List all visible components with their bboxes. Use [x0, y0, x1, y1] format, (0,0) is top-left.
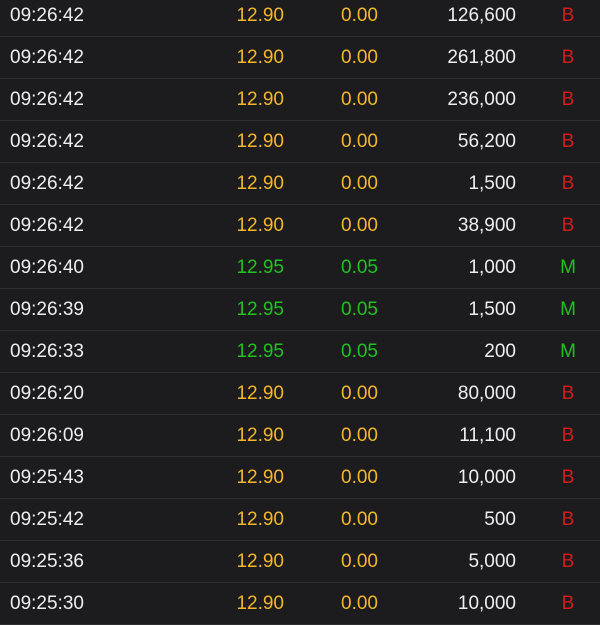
trade-time: 09:25:36	[10, 551, 84, 572]
trade-time: 09:26:20	[10, 383, 84, 404]
trade-change: 0.00	[341, 509, 378, 530]
trade-change: 0.00	[341, 173, 378, 194]
trade-volume: 500	[484, 509, 516, 530]
trade-row[interactable]: 09:26:20 12.90 0.00 80,000 B	[0, 373, 600, 415]
trade-price: 12.90	[236, 383, 284, 404]
trade-row[interactable]: 09:26:42 12.90 0.00 38,900 B	[0, 205, 600, 247]
trade-volume: 236,000	[447, 89, 516, 110]
trade-price: 12.90	[236, 47, 284, 68]
trade-side-indicator: B	[561, 383, 575, 404]
trade-price: 12.95	[236, 299, 284, 320]
trade-side-indicator: B	[561, 467, 575, 488]
trade-price: 12.90	[236, 89, 284, 110]
trade-row[interactable]: 09:26:40 12.95 0.05 1,000 M	[0, 247, 600, 289]
trade-price: 12.90	[236, 551, 284, 572]
trade-volume: 11,100	[459, 425, 516, 446]
trade-side-indicator: B	[561, 509, 575, 530]
trade-side-indicator: M	[560, 299, 576, 320]
trade-price: 12.90	[236, 467, 284, 488]
trade-price: 12.90	[236, 425, 284, 446]
trade-row[interactable]: 09:26:42 12.90 0.00 261,800 B	[0, 37, 600, 79]
trade-volume: 80,000	[457, 383, 516, 404]
trade-time: 09:25:43	[10, 467, 84, 488]
trade-price: 12.90	[236, 131, 284, 152]
trade-change: 0.00	[341, 5, 378, 26]
trade-time: 09:26:40	[10, 257, 84, 278]
trade-change: 0.00	[341, 383, 378, 404]
trade-change: 0.00	[341, 215, 378, 236]
trade-side-indicator: B	[561, 89, 575, 110]
trade-change: 0.00	[341, 467, 378, 488]
trade-change: 0.00	[341, 593, 378, 614]
trade-price: 12.95	[236, 257, 284, 278]
trade-change: 0.05	[341, 299, 378, 320]
trade-row[interactable]: 09:25:36 12.90 0.00 5,000 B	[0, 541, 600, 583]
trade-time: 09:26:42	[10, 173, 84, 194]
trade-side-indicator: M	[560, 341, 576, 362]
trade-volume: 56,200	[457, 131, 516, 152]
trade-volume: 1,000	[468, 257, 516, 278]
trade-side-indicator: M	[560, 257, 576, 278]
trade-change: 0.00	[341, 551, 378, 572]
trade-time: 09:26:33	[10, 341, 84, 362]
trade-volume: 1,500	[468, 299, 516, 320]
trade-row[interactable]: 09:26:39 12.95 0.05 1,500 M	[0, 289, 600, 331]
trade-volume: 126,600	[447, 5, 516, 26]
trade-side-indicator: B	[561, 425, 575, 446]
trade-price: 12.90	[236, 173, 284, 194]
trade-row[interactable]: 09:26:42 12.90 0.00 126,600 B	[0, 0, 600, 37]
trade-side-indicator: B	[561, 215, 575, 236]
trade-time: 09:25:42	[10, 509, 84, 530]
trade-time: 09:26:42	[10, 5, 84, 26]
trade-time: 09:26:42	[10, 131, 84, 152]
trade-ticker-list[interactable]: 09:26:42 12.90 0.00 126,600 B 09:26:42 1…	[0, 0, 600, 625]
trade-side-indicator: B	[561, 5, 575, 26]
trade-volume: 38,900	[457, 215, 516, 236]
trade-volume: 261,800	[447, 47, 516, 68]
trade-time: 09:26:42	[10, 89, 84, 110]
trade-side-indicator: B	[561, 551, 575, 572]
trade-side-indicator: B	[561, 173, 575, 194]
trade-price: 12.90	[236, 593, 284, 614]
trade-change: 0.05	[341, 257, 378, 278]
trade-volume: 1,500	[468, 173, 516, 194]
trade-price: 12.90	[236, 215, 284, 236]
trade-change: 0.00	[341, 425, 378, 446]
trade-row[interactable]: 09:25:30 12.90 0.00 10,000 B	[0, 583, 600, 625]
trade-time: 09:26:42	[10, 47, 84, 68]
trade-row[interactable]: 09:26:42 12.90 0.00 236,000 B	[0, 79, 600, 121]
trade-change: 0.05	[341, 341, 378, 362]
trade-change: 0.00	[341, 131, 378, 152]
trade-time: 09:26:42	[10, 215, 84, 236]
trade-time: 09:26:39	[10, 299, 84, 320]
trade-row[interactable]: 09:25:42 12.90 0.00 500 B	[0, 499, 600, 541]
trade-price: 12.90	[236, 509, 284, 530]
trade-side-indicator: B	[561, 593, 575, 614]
trade-price: 12.90	[236, 5, 284, 26]
trade-row[interactable]: 09:26:42 12.90 0.00 56,200 B	[0, 121, 600, 163]
trade-volume: 10,000	[457, 467, 516, 488]
trade-price: 12.95	[236, 341, 284, 362]
trade-row[interactable]: 09:26:09 12.90 0.00 11,100 B	[0, 415, 600, 457]
trade-row[interactable]: 09:26:33 12.95 0.05 200 M	[0, 331, 600, 373]
trade-change: 0.00	[341, 89, 378, 110]
trade-row[interactable]: 09:26:42 12.90 0.00 1,500 B	[0, 163, 600, 205]
trade-time: 09:26:09	[10, 425, 84, 446]
trade-row[interactable]: 09:25:43 12.90 0.00 10,000 B	[0, 457, 600, 499]
trade-volume: 5,000	[468, 551, 516, 572]
trade-volume: 10,000	[457, 593, 516, 614]
trade-change: 0.00	[341, 47, 378, 68]
trade-side-indicator: B	[561, 47, 575, 68]
trade-volume: 200	[484, 341, 516, 362]
trade-side-indicator: B	[561, 131, 575, 152]
trade-time: 09:25:30	[10, 593, 84, 614]
